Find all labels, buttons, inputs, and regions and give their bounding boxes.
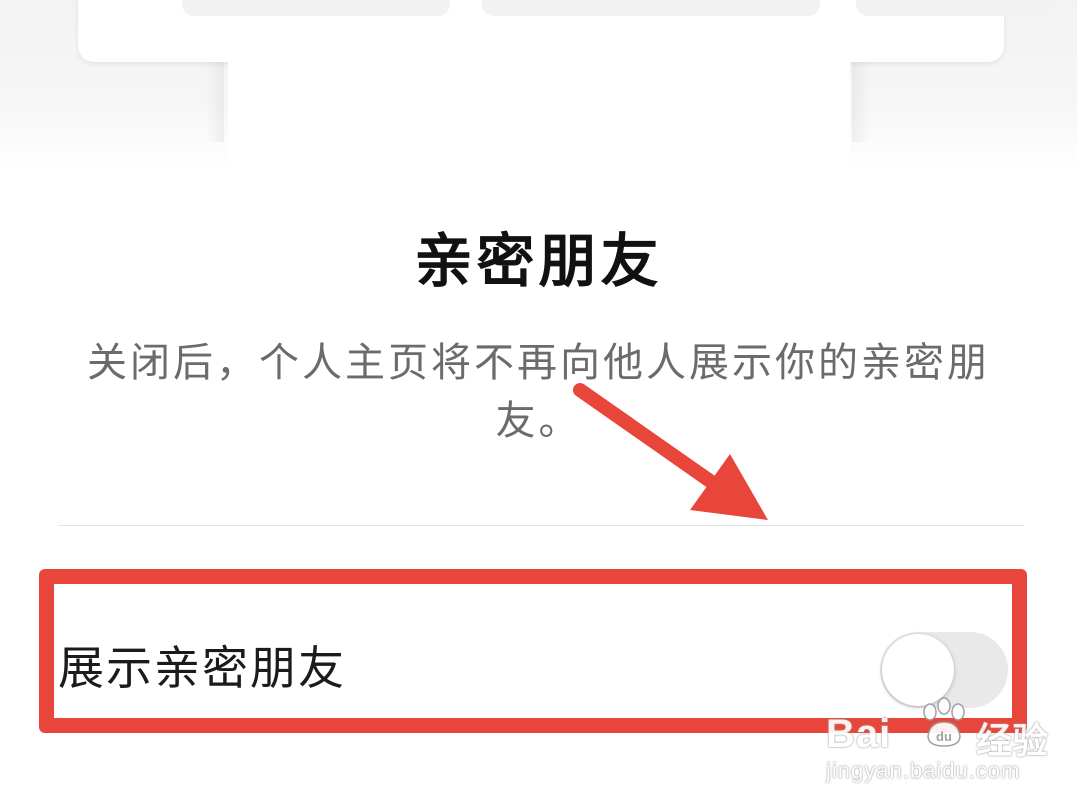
background-shadow bbox=[206, 62, 224, 142]
screen: 亲密朋友 关闭后，个人主页将不再向他人展示你的亲密朋友。 展示亲密朋友 Bai … bbox=[0, 0, 1077, 807]
baidu-jingyan-watermark: Bai du 经验 jingyan.baidu.com bbox=[826, 690, 1066, 790]
svg-text:du: du bbox=[936, 729, 952, 744]
dialog-title: 亲密朋友 bbox=[414, 227, 663, 295]
annotation-arrow-icon bbox=[573, 383, 768, 520]
dialog-description: 关闭后，个人主页将不再向他人展示你的亲密朋友。 bbox=[87, 340, 990, 444]
blurred-friend-group bbox=[482, 0, 820, 16]
blurred-friend-group bbox=[856, 0, 1056, 16]
watermark-url: jingyan.baidu.com bbox=[826, 758, 1021, 783]
background-shadow bbox=[852, 62, 870, 142]
watermark-logo-text: Bai bbox=[826, 712, 892, 756]
divider bbox=[58, 525, 1024, 526]
paw-icon: du bbox=[923, 697, 965, 747]
background-panel bbox=[228, 62, 850, 170]
blurred-friend-group bbox=[182, 0, 450, 16]
watermark-logo-suffix: 经验 bbox=[976, 721, 1049, 762]
background-card bbox=[78, 0, 1056, 62]
